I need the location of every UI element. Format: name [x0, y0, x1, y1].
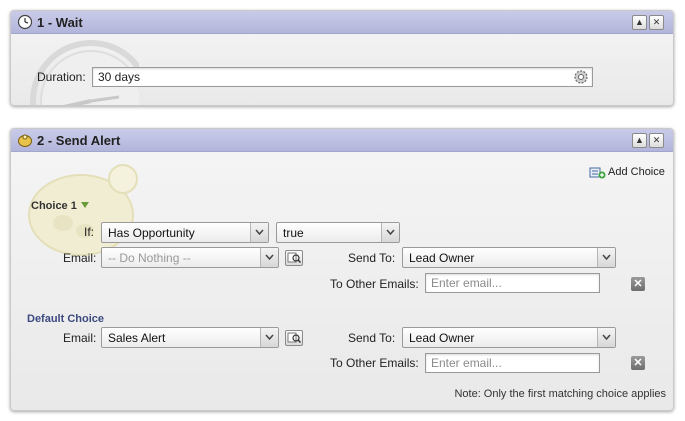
- choice1-send-to-select[interactable]: Lead Owner: [402, 247, 616, 268]
- add-choice-icon[interactable]: [589, 165, 606, 180]
- preview-email-button[interactable]: [285, 330, 303, 346]
- choice1-other-emails-label: To Other Emails:: [330, 277, 419, 291]
- default-choice-title: Default Choice: [27, 313, 105, 325]
- chevron-down-icon: [250, 223, 268, 242]
- choice-1-title: Choice 1: [31, 200, 77, 212]
- default-email-value: Sales Alert: [108, 331, 166, 345]
- magnifier-icon: [287, 332, 302, 344]
- condition-value-value: true: [283, 226, 304, 240]
- alert-bell-icon: [18, 134, 32, 147]
- choice1-email-select[interactable]: -- Do Nothing --: [101, 247, 279, 268]
- magnifier-icon: [287, 252, 302, 264]
- close-icon[interactable]: ✕: [649, 133, 664, 148]
- send-alert-step-header: 2 - Send Alert ▲ ✕: [11, 129, 673, 152]
- chevron-down-icon: [260, 328, 278, 347]
- choice-menu-triangle-icon[interactable]: [81, 202, 89, 209]
- chevron-down-icon: [597, 248, 615, 267]
- default-send-to-select[interactable]: Lead Owner: [402, 327, 616, 348]
- choice1-email-label: Email:: [63, 251, 97, 265]
- choice1-send-to-label: Send To:: [348, 251, 396, 265]
- default-email-select[interactable]: Sales Alert: [101, 327, 279, 348]
- preview-email-button[interactable]: [285, 250, 303, 266]
- add-choice-link[interactable]: Add Choice: [608, 166, 665, 178]
- wait-step-header: 1 - Wait ▲ ✕: [11, 11, 673, 34]
- default-send-to-label: Send To:: [348, 331, 396, 345]
- send-alert-step-panel: 2 - Send Alert ▲ ✕ Add Choice Choice 1 I…: [10, 128, 674, 411]
- condition-field-select[interactable]: Has Opportunity: [101, 222, 269, 243]
- close-icon[interactable]: ✕: [649, 15, 664, 30]
- duration-value: 30 days: [98, 70, 141, 84]
- send-alert-step-title: 2 - Send Alert: [37, 133, 121, 148]
- choice1-other-emails-input[interactable]: [425, 273, 600, 293]
- if-label: If:: [84, 225, 95, 239]
- default-email-label: Email:: [63, 331, 97, 345]
- collapse-up-icon[interactable]: ▲: [632, 133, 647, 148]
- duration-label: Duration:: [37, 70, 86, 84]
- default-other-emails-input[interactable]: [425, 353, 600, 373]
- default-remove-button[interactable]: ✕: [631, 356, 645, 370]
- clock-icon: [17, 14, 33, 30]
- duration-input[interactable]: 30 days: [92, 67, 593, 87]
- default-other-emails-label: To Other Emails:: [330, 356, 419, 370]
- gear-icon[interactable]: [573, 69, 589, 85]
- condition-field-value: Has Opportunity: [108, 226, 195, 240]
- matching-note: Note: Only the first matching choice app…: [454, 388, 666, 400]
- choice1-remove-button[interactable]: ✕: [631, 277, 645, 291]
- choice1-email-value: -- Do Nothing --: [108, 251, 191, 265]
- collapse-up-icon[interactable]: ▲: [632, 15, 647, 30]
- chevron-down-icon: [260, 248, 278, 267]
- default-send-to-value: Lead Owner: [409, 331, 475, 345]
- choice1-send-to-value: Lead Owner: [409, 251, 475, 265]
- wait-step-title: 1 - Wait: [37, 15, 83, 30]
- chevron-down-icon: [597, 328, 615, 347]
- condition-value-select[interactable]: true: [276, 222, 400, 243]
- chevron-down-icon: [381, 223, 399, 242]
- wait-step-panel: 1 - Wait ▲ ✕ Duration: 30 days: [10, 10, 674, 106]
